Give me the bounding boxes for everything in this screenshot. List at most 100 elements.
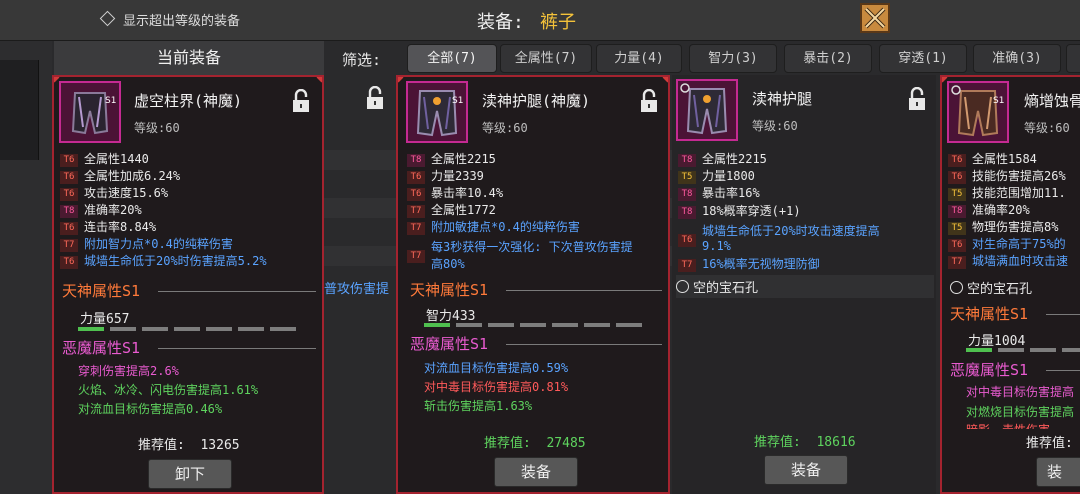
demon-stat: 对流血目标伤害提高0.46% [78, 402, 223, 416]
stat-line: T8 准确率20% [948, 202, 1030, 219]
pants-icon [676, 79, 738, 141]
stat-line: T7 附加敏捷点*0.4的纯粹伤害 [407, 219, 580, 236]
lock-icon[interactable] [640, 88, 658, 113]
recommend-score: 推荐值: 13265 [138, 438, 240, 453]
background-text: 普攻伤害提 [324, 282, 390, 297]
filter-label: 筛选: [342, 51, 382, 69]
pants-icon: S1 [406, 81, 468, 143]
demon-section-title: 恶魔属性S1 [62, 339, 141, 357]
corner-ornament [662, 77, 668, 83]
item-name: 渎神护腿(神魔) [482, 92, 591, 110]
item-name: 渎神护腿 [752, 90, 813, 108]
tab-accuracy[interactable]: 准确(3) [973, 44, 1061, 73]
stat-line: T7 16%概率无视物理防御 [678, 256, 820, 273]
stat-line: T7 全属性1772 [407, 202, 496, 219]
demon-stat: 对燃烧目标伤害提高 [966, 405, 1075, 419]
svg-text:S1: S1 [452, 96, 463, 106]
stat-line-continued: 9.1% [702, 239, 731, 253]
tab-strength[interactable]: 力量(4) [596, 44, 682, 73]
current-item-card: S1 虚空柱界(神魔) 等级:60 T6 全属性1440 T6 全属性加成6.24%… [52, 75, 324, 494]
close-icon [864, 7, 886, 29]
close-button[interactable] [860, 3, 890, 33]
stat-line: T5 力量1800 [678, 168, 755, 185]
stat-line: T8 准确率20% [60, 202, 142, 219]
tab-intelligence[interactable]: 智力(3) [689, 44, 777, 73]
demon-section-title: 恶魔属性S1 [950, 361, 1029, 379]
heaven-section-title: 天神属性S1 [62, 282, 141, 300]
heaven-progress [78, 327, 308, 331]
demon-section-title: 恶魔属性S1 [410, 335, 489, 353]
item-level: 等级:60 [1024, 121, 1070, 135]
heaven-stat: 智力433 [426, 309, 476, 324]
divider [1046, 314, 1080, 315]
stat-line: T8 全属性2215 [678, 151, 767, 168]
stat-line: T6 全属性加成6.24% [60, 168, 180, 185]
svg-text:S1: S1 [993, 96, 1004, 106]
stat-line: T6 全属性1584 [948, 151, 1037, 168]
item-level: 等级:60 [134, 121, 180, 135]
lock-icon[interactable] [292, 88, 310, 113]
gem-slot-icon [676, 280, 689, 293]
stat-line-continued: 高80% [431, 257, 465, 271]
tab-penetration[interactable]: 穿透(1) [879, 44, 967, 73]
stat-line: T7 附加智力点*0.4的纯粹伤害 [60, 236, 233, 253]
item-name: 熵增蚀骨 [1024, 92, 1080, 110]
equip-button[interactable]: 装 [1036, 457, 1080, 487]
recommend-score: 推荐值: 18616 [754, 435, 856, 450]
heaven-section-title: 天神属性S1 [410, 281, 489, 299]
stat-line: T8 暴击率16% [678, 185, 760, 202]
gem-slot[interactable]: 空的宝石孔 [676, 275, 934, 298]
divider [1046, 370, 1080, 371]
stat-line: T6 攻击速度15.6% [60, 185, 168, 202]
heaven-section-title: 天神属性S1 [950, 305, 1029, 323]
stat-line: T6 暴击率10.4% [407, 185, 503, 202]
demon-stat: 对中毒目标伤害提高0.81% [424, 380, 569, 394]
left-strip [0, 60, 39, 160]
stat-line: T6 全属性1440 [60, 151, 149, 168]
stat-line: T5 技能范围增加11. [948, 185, 1066, 202]
stat-line: T6 技能伤害提高26% [948, 168, 1066, 185]
stat-line: T7 城墙满血时攻击速 [948, 253, 1068, 270]
divider [506, 290, 662, 291]
demon-stat: 穿刺伤害提高2.6% [78, 364, 179, 378]
item-card: 渎神护腿 等级:60 T8 全属性2215 T5 力量1800 T8 暴击率16% T… [672, 75, 936, 494]
heaven-stat: 力量657 [80, 312, 130, 327]
item-level: 等级:60 [752, 119, 798, 133]
divider [506, 344, 662, 345]
gem-slot[interactable]: 空的宝石孔 [950, 278, 1032, 297]
item-card: S1 渎神护腿(神魔) 等级:60 T8 全属性2215 T6 力量2339 T6 暴… [396, 75, 670, 494]
pants-icon: S1 [59, 81, 121, 143]
slot-title-value: 裤子 [540, 12, 576, 33]
corner-ornament [398, 77, 404, 83]
equip-button[interactable]: 装备 [764, 455, 848, 485]
recommend-score: 推荐值: 27485 [484, 436, 586, 451]
divider [158, 348, 316, 349]
tab-crit[interactable]: 暴击(2) [784, 44, 872, 73]
demon-stat: 斩击伤害提高1.63% [424, 399, 533, 413]
lock-icon[interactable] [908, 86, 926, 111]
stat-line: T6 力量2339 [407, 168, 484, 185]
item-card: S1 熵增蚀骨 等级:60 T6 全属性1584 T6 技能伤害提高26% T5 技能… [940, 75, 1080, 494]
lock-icon[interactable] [366, 85, 384, 110]
stat-line: T6 连击率8.84% [60, 219, 156, 236]
stat-line: T5 物理伤害提高8% [948, 219, 1058, 236]
svg-text:S1: S1 [105, 96, 116, 106]
tab-all-attributes[interactable]: 全属性(7) [500, 44, 592, 73]
demon-stat: 火焰、冰冷、闪电伤害提高1.61% [78, 383, 259, 397]
equip-button[interactable]: 装备 [494, 457, 578, 487]
stat-line: T6 对生命高于75%的 [948, 236, 1066, 253]
item-name: 虚空柱界(神魔) [134, 92, 243, 110]
divider [158, 291, 316, 292]
heaven-stat: 力量1004 [968, 334, 1026, 349]
stat-line: T8 全属性2215 [407, 151, 496, 168]
demon-stat: 暗影、毒性伤害 [966, 421, 1050, 429]
show-over-level-label: 显示超出等级的装备 [123, 14, 241, 29]
tab-all[interactable]: 全部(7) [407, 44, 497, 73]
unequip-button[interactable]: 卸下 [148, 459, 232, 489]
tab-more[interactable] [1066, 44, 1080, 73]
show-over-level-toggle[interactable]: 显示超出等级的装备 [99, 10, 241, 29]
slot-title-label: 装备: [477, 12, 524, 33]
current-equipment-header: 当前装备 [54, 41, 324, 75]
demon-stat: 对流血目标伤害提高0.59% [424, 361, 569, 375]
gem-slot-icon [950, 281, 963, 294]
